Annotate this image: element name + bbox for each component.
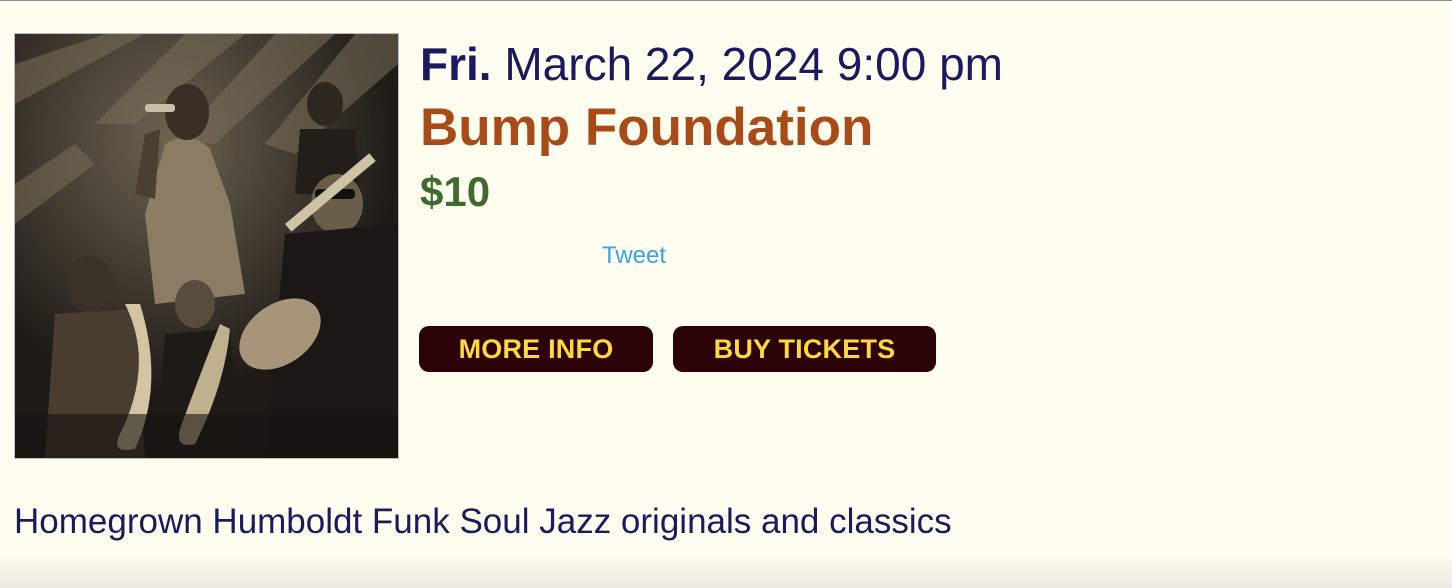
date-and-time: March 22, 2024 9:00 pm: [504, 38, 1003, 90]
event-description: Homegrown Humboldt Funk Soul Jazz origin…: [14, 502, 952, 541]
event-date-time: Fri. March 22, 2024 9:00 pm: [420, 38, 1003, 90]
bottom-fade: [0, 554, 1452, 588]
tweet-link[interactable]: Tweet: [602, 242, 666, 270]
more-info-button[interactable]: MORE INFO: [419, 326, 653, 372]
day-of-week: Fri.: [420, 38, 492, 90]
top-divider: [0, 0, 1452, 1]
band-photo: [14, 33, 399, 459]
ticket-price: $10: [420, 168, 491, 215]
event-title: Bump Foundation: [420, 98, 874, 157]
buy-tickets-button[interactable]: BUY TICKETS: [673, 326, 936, 372]
